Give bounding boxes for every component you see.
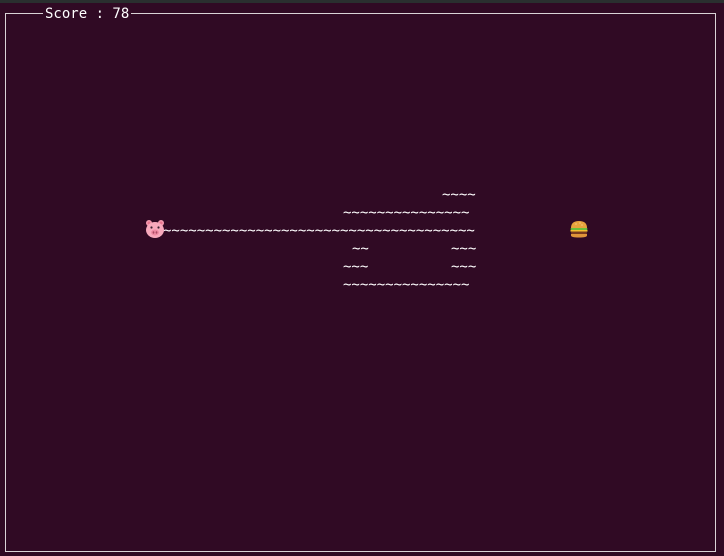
pig-face-icon [146,220,164,238]
snake-body-segment: ~~~ [343,259,369,275]
snake-body-segment: ~~~~~~~~~~~~~~~ [343,205,470,221]
hamburger-icon [570,221,588,238]
score-label: Score : 78 [43,5,132,23]
snake-body-segment: ~~~~~~~~~~~~~~~~~~~~~~~~~~~~~~~~~~~~~ [163,223,475,239]
snake-body-segment: ~~~ [451,241,477,257]
snake-body-segment: ~~~~ [442,187,476,203]
snake-body-segment: ~~ [352,241,369,257]
window-top-strip [0,0,724,3]
snake-body-segment: ~~~~~~~~~~~~~~~ [343,277,470,293]
snake-body-segment: ~~~ [451,259,477,275]
